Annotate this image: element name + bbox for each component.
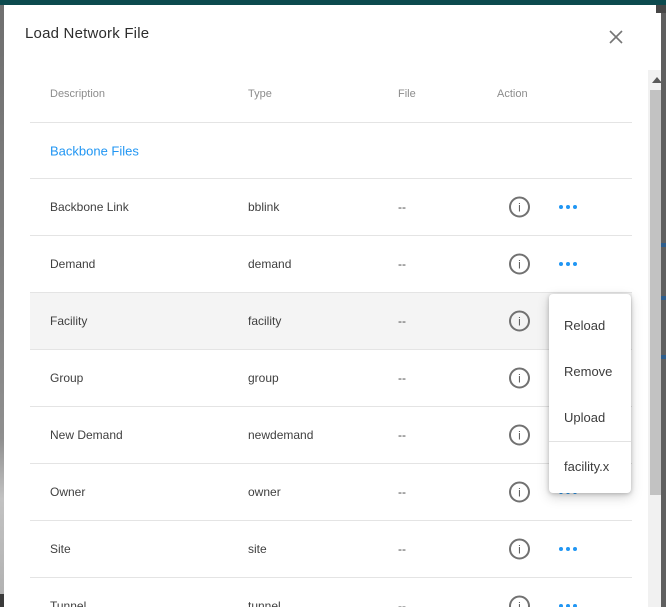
section-row: Backbone Files	[30, 122, 632, 178]
row-file: --	[398, 314, 406, 328]
edge-link-mark	[661, 243, 666, 247]
row-file: --	[398, 542, 406, 556]
table-row: Tunnel tunnel -- i	[30, 577, 632, 607]
info-icon[interactable]: i	[509, 482, 530, 503]
row-file: --	[398, 599, 406, 607]
row-description: Site	[50, 542, 71, 556]
row-description: Facility	[50, 314, 87, 328]
row-type: owner	[248, 485, 281, 499]
header-file: File	[398, 88, 416, 100]
load-network-file-dialog: Load Network File Description Type File …	[4, 5, 661, 607]
table-row: Backbone Link bblink -- i	[30, 178, 632, 235]
table-row: Facility facility -- i	[30, 292, 632, 349]
more-actions-button[interactable]	[559, 600, 577, 607]
row-type: site	[248, 542, 267, 556]
edge-link-mark	[661, 296, 666, 300]
row-context-menu: Reload Remove Upload facility.x	[549, 294, 631, 493]
page-corner-notch	[656, 5, 666, 13]
info-icon[interactable]: i	[509, 425, 530, 446]
info-icon[interactable]: i	[509, 368, 530, 389]
row-file: --	[398, 371, 406, 385]
row-type: tunnel	[248, 599, 281, 607]
table-header: Description Type File Action	[30, 80, 632, 122]
row-type: facility	[248, 314, 281, 328]
header-action: Action	[497, 88, 528, 100]
header-type: Type	[248, 88, 272, 100]
table-row: New Demand newdemand -- i	[30, 406, 632, 463]
row-file: --	[398, 485, 406, 499]
menu-item-reload[interactable]: Reload	[549, 303, 631, 349]
row-description: Demand	[50, 257, 95, 271]
row-file: --	[398, 257, 406, 271]
menu-item-upload[interactable]: Upload	[549, 395, 631, 441]
info-icon[interactable]: i	[509, 311, 530, 332]
row-type: demand	[248, 257, 291, 271]
row-type: newdemand	[248, 428, 313, 442]
header-description: Description	[50, 88, 105, 100]
info-icon[interactable]: i	[509, 254, 530, 275]
row-description: New Demand	[50, 428, 123, 442]
info-icon[interactable]: i	[509, 539, 530, 560]
info-icon[interactable]: i	[509, 197, 530, 218]
menu-item-remove[interactable]: Remove	[549, 349, 631, 395]
more-actions-button[interactable]	[559, 258, 577, 270]
table-row: Demand demand -- i	[30, 235, 632, 292]
close-icon	[608, 29, 624, 45]
screen: Load Network File Description Type File …	[0, 0, 666, 607]
table-rows: Backbone Link bblink -- i Demand demand …	[30, 178, 632, 607]
row-description: Owner	[50, 485, 85, 499]
row-file: --	[398, 200, 406, 214]
backbone-files-link[interactable]: Backbone Files	[50, 143, 139, 158]
close-button[interactable]	[605, 26, 627, 48]
dialog-title: Load Network File	[25, 25, 149, 42]
table-row: Site site -- i	[30, 520, 632, 577]
row-description: Backbone Link	[50, 200, 129, 214]
row-description: Group	[50, 371, 83, 385]
file-table: Description Type File Action Backbone Fi…	[30, 80, 632, 607]
more-actions-button[interactable]	[559, 201, 577, 213]
page-top-bar	[0, 0, 666, 5]
row-description: Tunnel	[50, 599, 86, 607]
row-file: --	[398, 428, 406, 442]
page-left-edge-icon	[0, 594, 4, 607]
info-icon[interactable]: i	[509, 596, 530, 607]
page-right-edge	[661, 5, 666, 607]
page-left-edge	[0, 5, 4, 607]
row-type: group	[248, 371, 279, 385]
row-type: bblink	[248, 200, 279, 214]
more-actions-button[interactable]	[559, 543, 577, 555]
table-row: Group group -- i	[30, 349, 632, 406]
edge-link-mark	[661, 355, 666, 359]
table-row: Owner owner -- i	[30, 463, 632, 520]
menu-item-file[interactable]: facility.x	[549, 441, 631, 492]
